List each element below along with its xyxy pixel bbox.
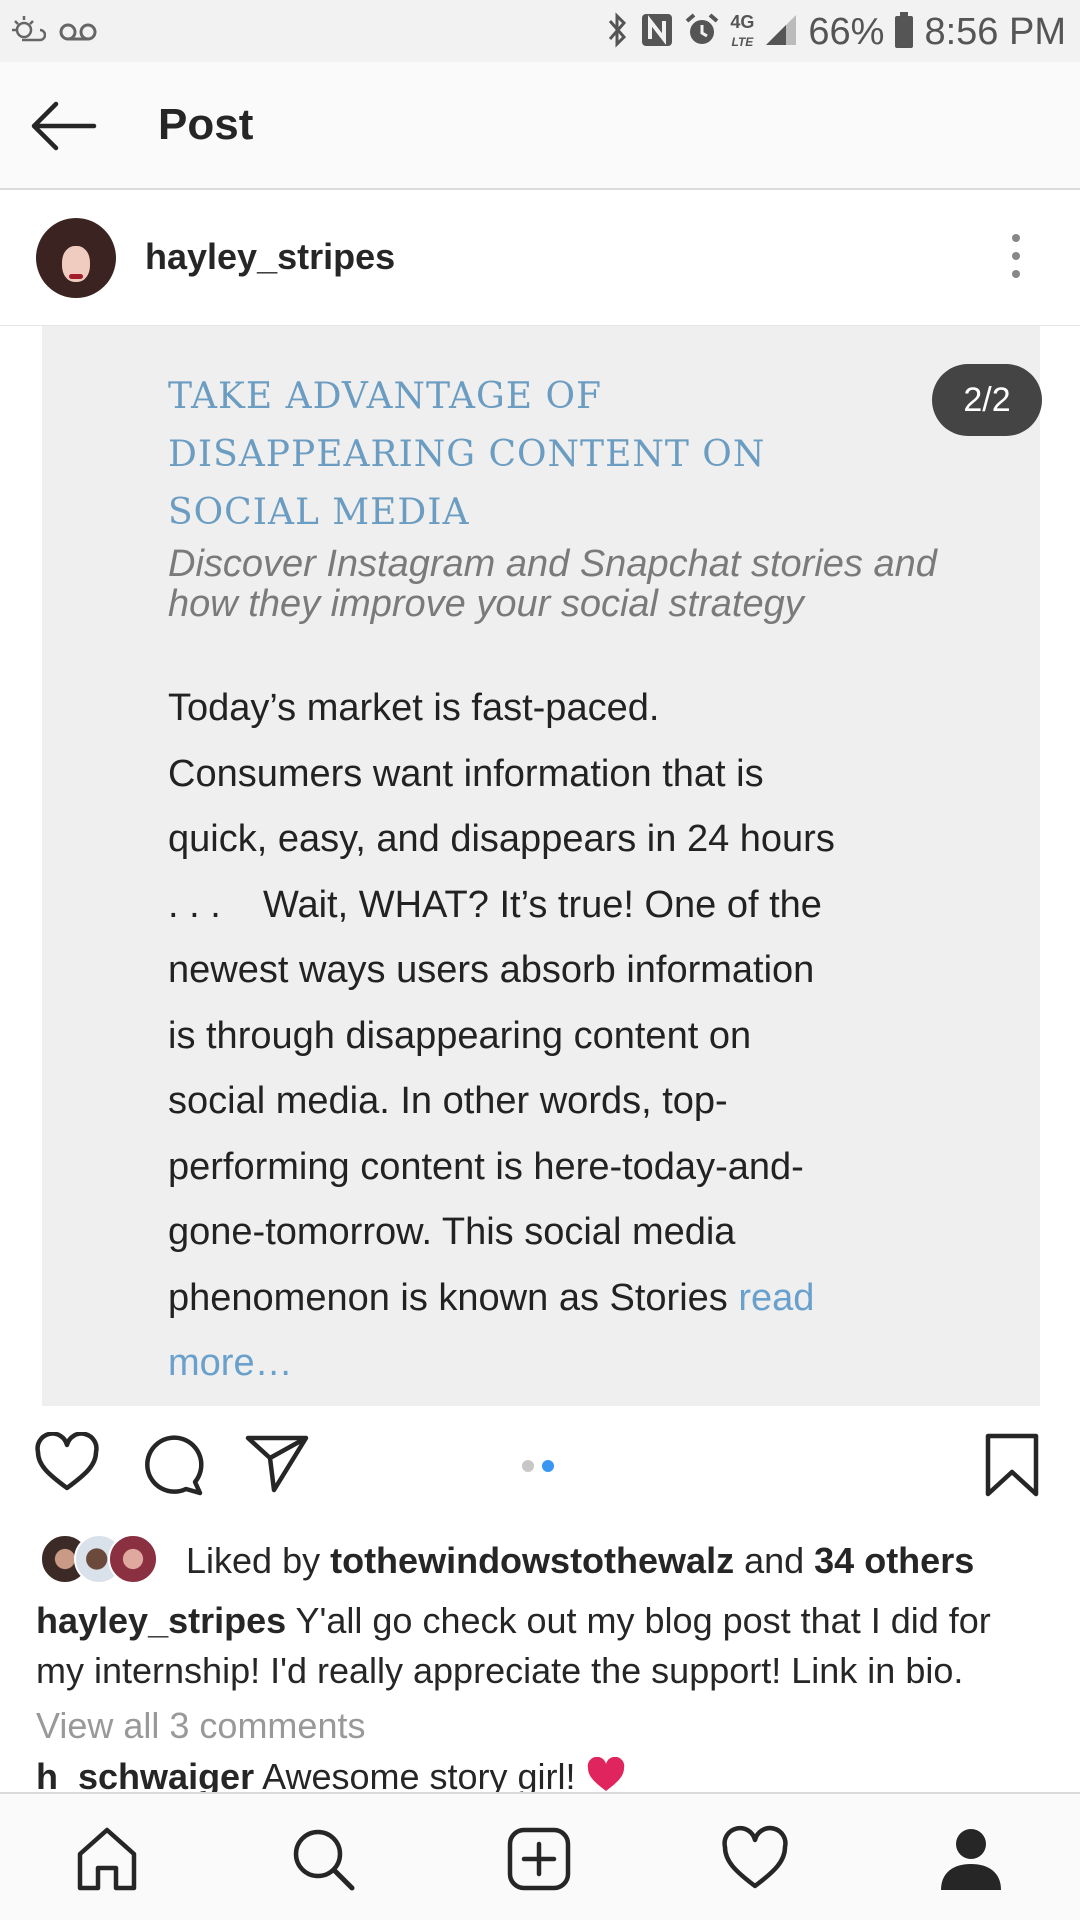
nav-home[interactable]: [72, 1824, 142, 1894]
post-caption: hayley_stripes Y'all go check out my blo…: [36, 1596, 1046, 1696]
activity-heart-icon: [722, 1825, 788, 1889]
slide-subtitle: Discover Instagram and Snapchat stories …: [168, 543, 937, 625]
nav-activity[interactable]: [720, 1824, 790, 1894]
read-more-link: read: [738, 1276, 815, 1319]
likes-text: Liked by tothewindowstothewalz and 34 ot…: [186, 1540, 975, 1581]
view-all-comments-link[interactable]: View all 3 comments: [36, 1705, 365, 1747]
post-header: hayley_stripes: [0, 190, 1080, 326]
bookmark-icon: [985, 1433, 1039, 1497]
share-button[interactable]: [244, 1432, 310, 1499]
battery-percent: 66%: [808, 10, 885, 53]
carousel-counter: 2/2: [932, 364, 1042, 436]
back-button[interactable]: [28, 96, 98, 156]
comment-button[interactable]: [140, 1432, 206, 1503]
nav-new-post[interactable]: [504, 1824, 574, 1894]
alarm-icon: [684, 12, 720, 53]
slide-body-text: Today’s market is fast-paced. Consumers …: [168, 676, 958, 1397]
like-button[interactable]: [34, 1431, 100, 1499]
read-more-link-continued: more…: [168, 1342, 293, 1384]
weather-icon: [8, 12, 47, 55]
avatar[interactable]: [36, 218, 116, 298]
nfc-icon: [640, 12, 674, 53]
post-actions: [0, 1406, 1080, 1526]
carousel-dot: [522, 1460, 534, 1472]
caption-username[interactable]: hayley_stripes: [36, 1600, 286, 1641]
add-post-icon: [507, 1827, 571, 1891]
nav-search[interactable]: [288, 1824, 358, 1894]
carousel-indicator: [522, 1460, 554, 1472]
liker-avatar: [108, 1534, 158, 1584]
profile-icon: [941, 1829, 1001, 1890]
comment-username[interactable]: h_schwaiger: [36, 1756, 254, 1797]
likes-summary[interactable]: Liked by tothewindowstothewalz and 34 ot…: [40, 1532, 1060, 1588]
send-icon: [245, 1435, 309, 1493]
arrow-left-icon: [31, 101, 97, 151]
battery-icon: [894, 11, 914, 54]
carousel-dot-active: [542, 1460, 554, 1472]
signal-icon: [764, 13, 798, 52]
likes-count[interactable]: 34 others: [814, 1540, 974, 1581]
search-icon: [293, 1829, 355, 1891]
clock: 8:56 PM: [924, 10, 1066, 53]
top-app-bar: Post: [0, 62, 1080, 190]
nav-profile[interactable]: [936, 1824, 1006, 1894]
slide-title: TAKE ADVANTAGE OF DISAPPEARING CONTENT O…: [168, 376, 766, 533]
bluetooth-icon: [606, 11, 630, 54]
save-button[interactable]: [984, 1432, 1040, 1503]
post-author-username[interactable]: hayley_stripes: [145, 236, 395, 278]
status-bar: 4G LTE 66% 8:56 PM: [0, 0, 1080, 62]
bottom-navigation: [0, 1792, 1080, 1920]
voicemail-icon: [58, 12, 98, 55]
more-options-button[interactable]: [1005, 234, 1027, 282]
home-icon: [77, 1827, 137, 1891]
post-media[interactable]: TAKE ADVANTAGE OF DISAPPEARING CONTENT O…: [0, 326, 1080, 1406]
liked-by-username[interactable]: tothewindowstothewalz: [330, 1540, 734, 1581]
comment-text: Awesome story girl!: [254, 1756, 586, 1797]
comment-icon: [145, 1435, 204, 1496]
network-type-icon: 4G LTE: [730, 12, 755, 49]
red-heart-emoji-icon: [586, 1756, 626, 1793]
more-vertical-icon: [1012, 234, 1020, 242]
carousel-slide: TAKE ADVANTAGE OF DISAPPEARING CONTENT O…: [42, 326, 1040, 1406]
heart-outline-icon: [35, 1431, 99, 1491]
page-title: Post: [158, 100, 254, 149]
